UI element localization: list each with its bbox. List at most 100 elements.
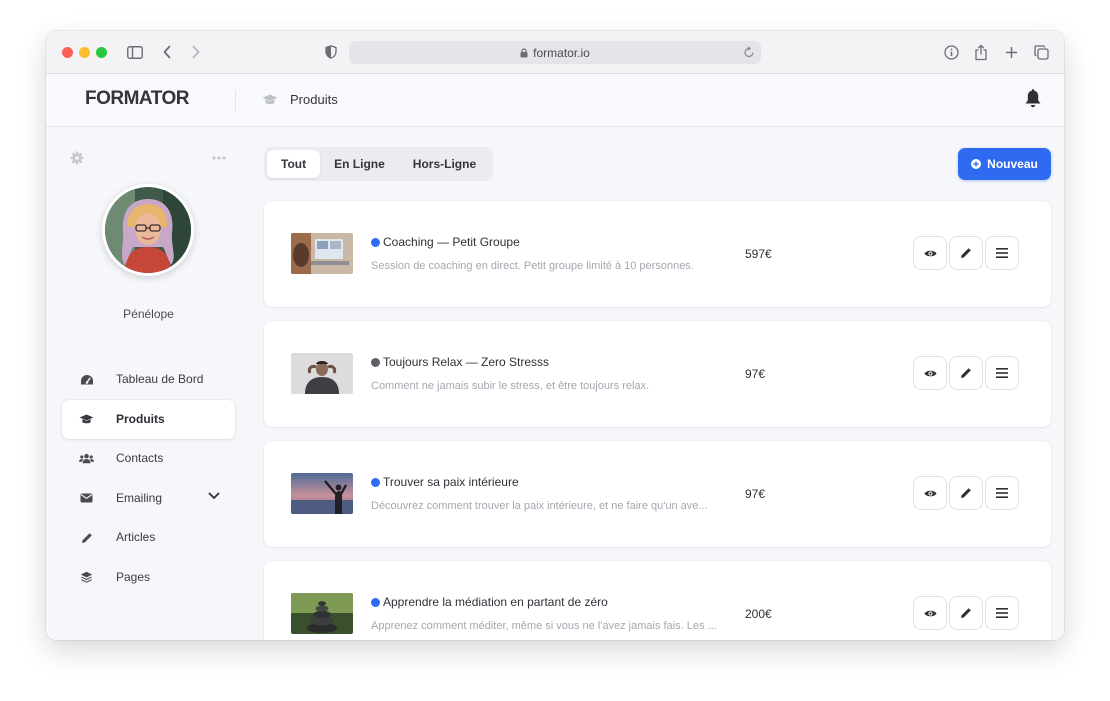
view-button[interactable] [913,596,947,630]
pencil-icon [960,607,972,619]
pencil-icon [960,487,972,499]
status-dot [371,477,380,487]
browser-window: formator.io FORMATOR Produits Pénélope T… [46,31,1064,640]
forward-icon[interactable] [186,42,206,62]
product-thumbnail [291,353,353,394]
zoom-window-button[interactable] [96,47,107,58]
chevron-down-icon[interactable] [208,492,220,500]
filter-tabs: Tout En Ligne Hors-Ligne [264,147,494,181]
tab-en-ligne[interactable]: En Ligne [320,150,399,178]
view-button[interactable] [913,236,947,270]
product-description: Apprenez comment méditer, même si vous n… [371,620,717,632]
sidebar-item-pages[interactable]: Pages [62,558,235,597]
product-actions [913,476,1021,510]
product-title[interactable]: Trouver sa paix intérieure [371,475,519,489]
product-actions [913,596,1021,630]
sidebar-item-produits[interactable]: Produits [62,399,235,439]
sidebar-item-contacts[interactable]: Contacts [62,439,235,478]
edit-button[interactable] [949,476,983,510]
product-price: 597€ [745,247,772,261]
edit-button[interactable] [949,356,983,390]
minimize-window-button[interactable] [79,47,90,58]
sidebar-item-label: Pages [116,569,151,584]
bell-icon[interactable] [1024,89,1042,109]
eye-icon [924,489,937,498]
sidebar-item-emailing[interactable]: Emailing [62,479,235,518]
plus-circle-icon [971,159,982,169]
eye-icon [924,609,937,618]
tab-hors-ligne[interactable]: Hors-Ligne [399,150,490,178]
product-actions [913,236,1021,270]
menu-button[interactable] [985,356,1019,390]
edit-button[interactable] [949,236,983,270]
product-description: Comment ne jamais subir le stress, et êt… [371,380,650,392]
close-window-button[interactable] [62,47,73,58]
product-thumbnail [291,593,353,634]
settings-gear-icon[interactable] [70,151,84,165]
header-divider [235,90,236,112]
graduation-cap-icon [79,412,94,427]
avatar[interactable] [102,184,194,276]
eye-icon [924,249,937,258]
product-actions [913,356,1021,390]
product-card[interactable]: Coaching — Petit Groupe Session de coach… [264,201,1051,307]
product-title-text: Trouver sa paix intérieure [383,475,519,489]
product-thumbnail [291,473,353,514]
browser-toolbar: formator.io [46,31,1064,74]
product-price: 97€ [745,367,766,381]
product-card[interactable]: Toujours Relax — Zero Stresss Comment ne… [264,321,1051,427]
product-title[interactable]: Toujours Relax — Zero Stresss [371,355,549,369]
product-price: 200€ [745,607,772,621]
pencil-icon [960,367,972,379]
more-options-icon[interactable] [212,156,226,160]
pencil-icon [960,247,972,259]
view-button[interactable] [913,476,947,510]
sidebar-item-tableau-de-bord[interactable]: Tableau de Bord [62,360,235,399]
product-card[interactable]: Trouver sa paix intérieure Découvrez com… [264,441,1051,547]
layers-icon [79,570,94,585]
sidebar-item-articles[interactable]: Articles [62,518,235,557]
eye-icon [924,369,937,378]
product-thumbnail [291,233,353,274]
product-title[interactable]: Apprendre la médiation en partant de zér… [371,595,608,609]
sidebar-item-label: Contacts [116,451,164,465]
reload-icon[interactable] [743,45,755,59]
user-name: Pénélope [123,307,174,321]
lock-icon [520,47,528,58]
new-tab-icon[interactable] [1001,42,1021,62]
sidebar: Pénélope Tableau de Bord Produits Contac… [46,127,251,640]
users-icon [79,451,94,466]
address-bar[interactable]: formator.io [349,41,761,64]
sidebar-item-label: Emailing [116,490,163,505]
menu-button[interactable] [985,476,1019,510]
graduation-cap-icon [262,94,278,106]
product-description: Session de coaching en direct. Petit gro… [371,260,694,272]
product-card[interactable]: Apprendre la médiation en partant de zér… [264,561,1051,640]
product-title-text: Coaching — Petit Groupe [383,235,520,249]
dashboard-icon [79,372,94,387]
new-product-button[interactable]: Nouveau [958,148,1051,180]
product-description: Découvrez comment trouver la paix intéri… [371,500,708,512]
tab-tout[interactable]: Tout [267,150,321,178]
sidebar-item-label: Articles [116,530,156,544]
share-icon[interactable] [971,42,991,62]
back-icon[interactable] [157,42,177,62]
product-title[interactable]: Coaching — Petit Groupe [371,235,520,249]
info-icon[interactable] [941,42,961,62]
menu-button[interactable] [985,236,1019,270]
privacy-shield-icon[interactable] [321,42,341,62]
product-title-text: Apprendre la médiation en partant de zér… [383,595,608,609]
sidebar-toggle-icon[interactable] [125,42,145,62]
sidebar-item-label: Produits [116,411,165,426]
status-dot [371,597,380,607]
menu-button[interactable] [985,596,1019,630]
new-button-label: Nouveau [987,157,1038,171]
view-button[interactable] [913,356,947,390]
edit-button[interactable] [949,596,983,630]
hamburger-icon [996,368,1008,378]
brand-logo[interactable]: FORMATOR [85,88,190,110]
sidebar-item-label: Tableau de Bord [116,372,204,386]
url-text: formator.io [533,45,590,60]
tab-overview-icon[interactable] [1031,42,1051,62]
pencil-icon [79,530,94,545]
